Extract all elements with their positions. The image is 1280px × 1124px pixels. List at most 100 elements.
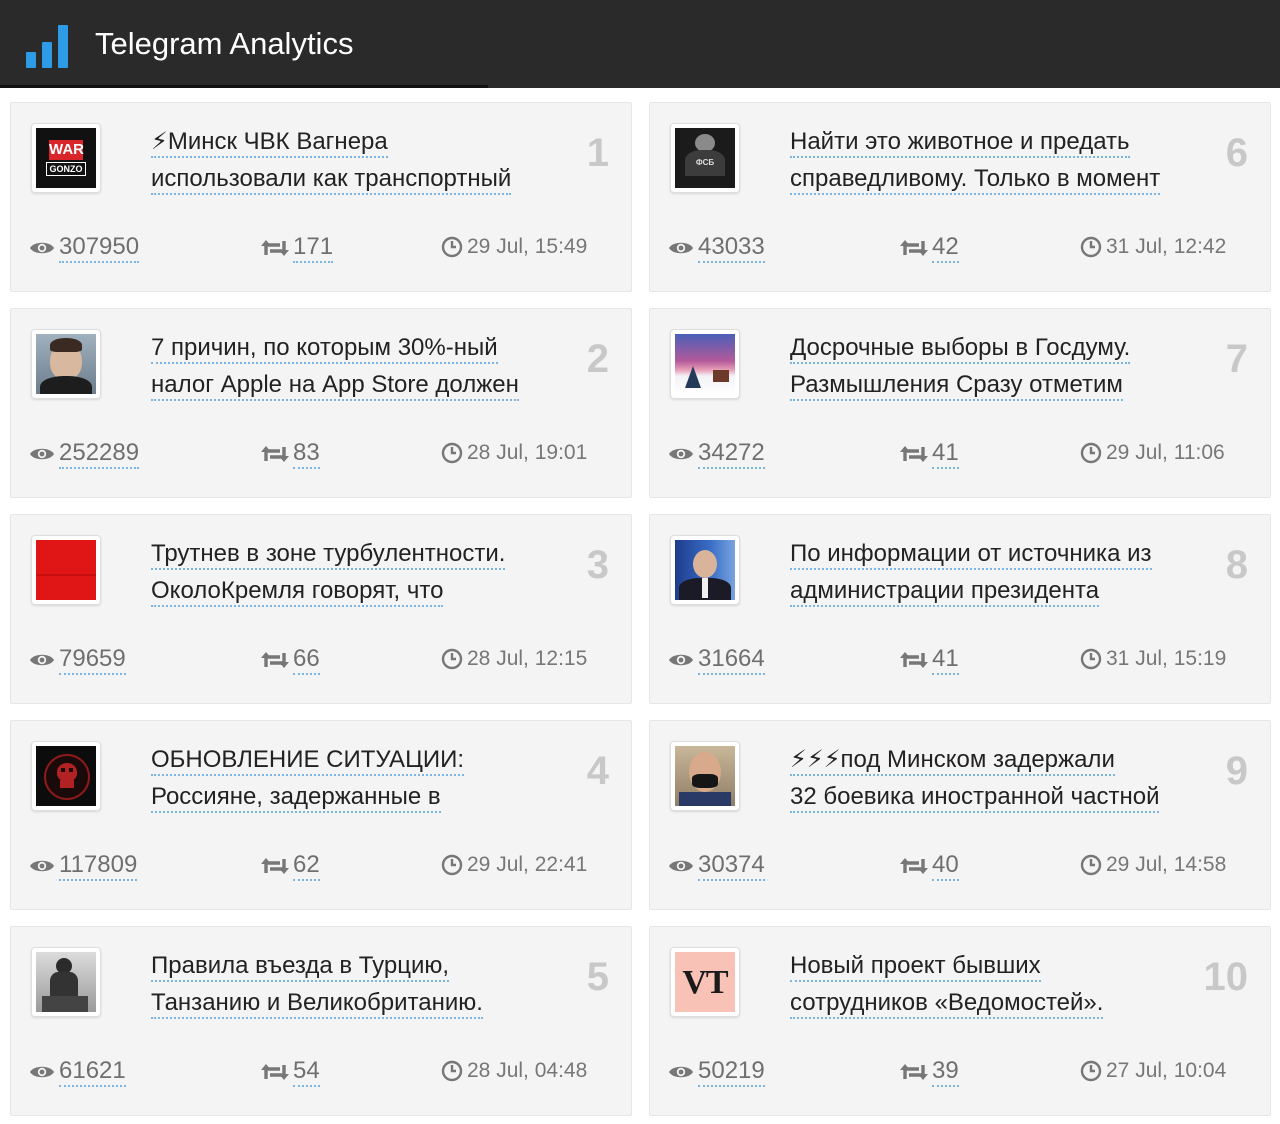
eye-icon (669, 448, 693, 459)
channel-avatar[interactable] (670, 329, 740, 399)
header-underline (0, 85, 488, 88)
shares-count[interactable]: 66 (261, 645, 320, 675)
post-card[interactable]: WAR GONZO ⚡Минск ЧВК Вагнера использовали… (10, 102, 632, 292)
views-count[interactable]: 43033 (668, 233, 765, 263)
retweet-icon (261, 1063, 289, 1080)
retweet-icon (900, 857, 928, 874)
post-time: 28 Jul, 04:48 (441, 1059, 587, 1083)
post-rank: 10 (1203, 955, 1249, 999)
post-title[interactable]: 7 причин, по которым 30%-ный налог Apple … (151, 329, 571, 403)
eye-icon (30, 860, 54, 871)
shares-count[interactable]: 171 (261, 233, 334, 263)
clock-icon (441, 649, 463, 670)
post-card[interactable]: ⚡⚡⚡под Минском задержали 32 боевика иност… (649, 720, 1271, 910)
channel-avatar[interactable] (31, 329, 101, 399)
eye-icon (30, 242, 54, 253)
fsb-label: ФСБ (695, 158, 715, 167)
views-count[interactable]: 307950 (29, 233, 140, 263)
views-count[interactable]: 30374 (668, 851, 765, 881)
post-card[interactable]: По информации от источника из администрац… (649, 514, 1271, 704)
clock-icon (441, 1061, 463, 1082)
post-rank: 5 (586, 955, 609, 999)
post-card[interactable]: ОБНОВЛЕНИЕ СИТУАЦИИ: Россияне, задержанны… (10, 720, 632, 910)
eye-icon (669, 1066, 693, 1077)
shares-count[interactable]: 40 (900, 851, 959, 881)
clock-icon (441, 855, 463, 876)
channel-avatar[interactable] (31, 947, 101, 1017)
post-title[interactable]: ОБНОВЛЕНИЕ СИТУАЦИИ: Россияне, задержанны… (151, 741, 571, 815)
post-time: 27 Jul, 10:04 (1080, 1059, 1226, 1083)
post-time: 29 Jul, 14:58 (1080, 853, 1226, 877)
app-title[interactable]: Telegram Analytics (95, 26, 353, 62)
post-card[interactable]: 7 причин, по которым 30%-ный налог Apple … (10, 308, 632, 498)
channel-avatar[interactable]: WAR GONZO (31, 123, 101, 193)
views-count[interactable]: 50219 (668, 1057, 765, 1087)
views-count[interactable]: 31664 (668, 645, 765, 675)
post-rank: 9 (1225, 749, 1248, 793)
post-rank: 7 (1225, 337, 1248, 381)
eye-icon (30, 1066, 54, 1077)
channel-avatar[interactable] (670, 741, 740, 811)
gonzo-label: GONZO (46, 162, 86, 176)
post-rank: 3 (586, 543, 609, 587)
post-rank: 2 (586, 337, 609, 381)
shares-count[interactable]: 39 (900, 1057, 959, 1087)
views-count[interactable]: 252289 (29, 439, 140, 469)
post-card[interactable]: ФСБ Найти это животное и предать справедл… (649, 102, 1271, 292)
clock-icon (1080, 1061, 1102, 1082)
retweet-icon (900, 651, 928, 668)
post-rank: 1 (586, 131, 609, 175)
post-title[interactable]: Правила въезда в Турцию, Танзанию и Велик… (151, 947, 571, 1021)
post-title[interactable]: Новый проект бывших сотрудников «Ведомост… (790, 947, 1210, 1021)
shares-count[interactable]: 41 (900, 645, 959, 675)
shares-count[interactable]: 62 (261, 851, 320, 881)
shares-count[interactable]: 42 (900, 233, 959, 263)
post-title[interactable]: ⚡⚡⚡под Минском задержали 32 боевика иност… (790, 741, 1210, 815)
channel-avatar[interactable]: ФСБ (670, 123, 740, 193)
post-rank: 6 (1225, 131, 1248, 175)
views-count[interactable]: 117809 (29, 851, 138, 881)
bar-chart-logo-icon[interactable] (26, 24, 72, 68)
post-time: 29 Jul, 22:41 (441, 853, 587, 877)
channel-avatar[interactable]: VT (670, 947, 740, 1017)
war-label: WAR (49, 140, 84, 160)
post-card[interactable]: Правила въезда в Турцию, Танзанию и Велик… (10, 926, 632, 1116)
post-time: 28 Jul, 12:15 (441, 647, 587, 671)
eye-icon (30, 654, 54, 665)
post-time: 31 Jul, 12:42 (1080, 235, 1226, 259)
shares-count[interactable]: 54 (261, 1057, 320, 1087)
post-time: 31 Jul, 15:19 (1080, 647, 1226, 671)
channel-avatar[interactable] (31, 535, 101, 605)
post-time: 29 Jul, 15:49 (441, 235, 587, 259)
post-card[interactable]: Досрочные выборы в Госдуму. Размышления С… (649, 308, 1271, 498)
retweet-icon (900, 1063, 928, 1080)
post-card[interactable]: VT Новый проект бывших сотрудников «Ведом… (649, 926, 1271, 1116)
post-title[interactable]: По информации от источника из администрац… (790, 535, 1210, 609)
post-rank: 4 (586, 749, 609, 793)
shares-count[interactable]: 83 (261, 439, 320, 469)
post-title[interactable]: ⚡Минск ЧВК Вагнера использовали как транс… (151, 123, 571, 197)
eye-icon (669, 860, 693, 871)
post-title[interactable]: Досрочные выборы в Госдуму. Размышления С… (790, 329, 1210, 403)
channel-avatar[interactable] (670, 535, 740, 605)
eye-icon (30, 448, 54, 459)
post-rank: 8 (1225, 543, 1248, 587)
post-time: 29 Jul, 11:06 (1080, 441, 1225, 465)
clock-icon (1080, 443, 1102, 464)
views-count[interactable]: 34272 (668, 439, 765, 469)
retweet-icon (261, 445, 289, 462)
shares-count[interactable]: 41 (900, 439, 959, 469)
views-count[interactable]: 79659 (29, 645, 126, 675)
clock-icon (441, 443, 463, 464)
vt-logo-text: VT (682, 964, 728, 1001)
post-title[interactable]: Найти это животное и предать справедливом… (790, 123, 1210, 197)
post-title[interactable]: Трутнев в зоне турбулентности. ОколоКремл… (151, 535, 571, 609)
views-count[interactable]: 61621 (29, 1057, 126, 1087)
retweet-icon (900, 239, 928, 256)
retweet-icon (261, 239, 289, 256)
post-card[interactable]: Трутнев в зоне турбулентности. ОколоКремл… (10, 514, 632, 704)
retweet-icon (261, 857, 289, 874)
channel-avatar[interactable] (31, 741, 101, 811)
post-time: 28 Jul, 19:01 (441, 441, 587, 465)
retweet-icon (900, 445, 928, 462)
